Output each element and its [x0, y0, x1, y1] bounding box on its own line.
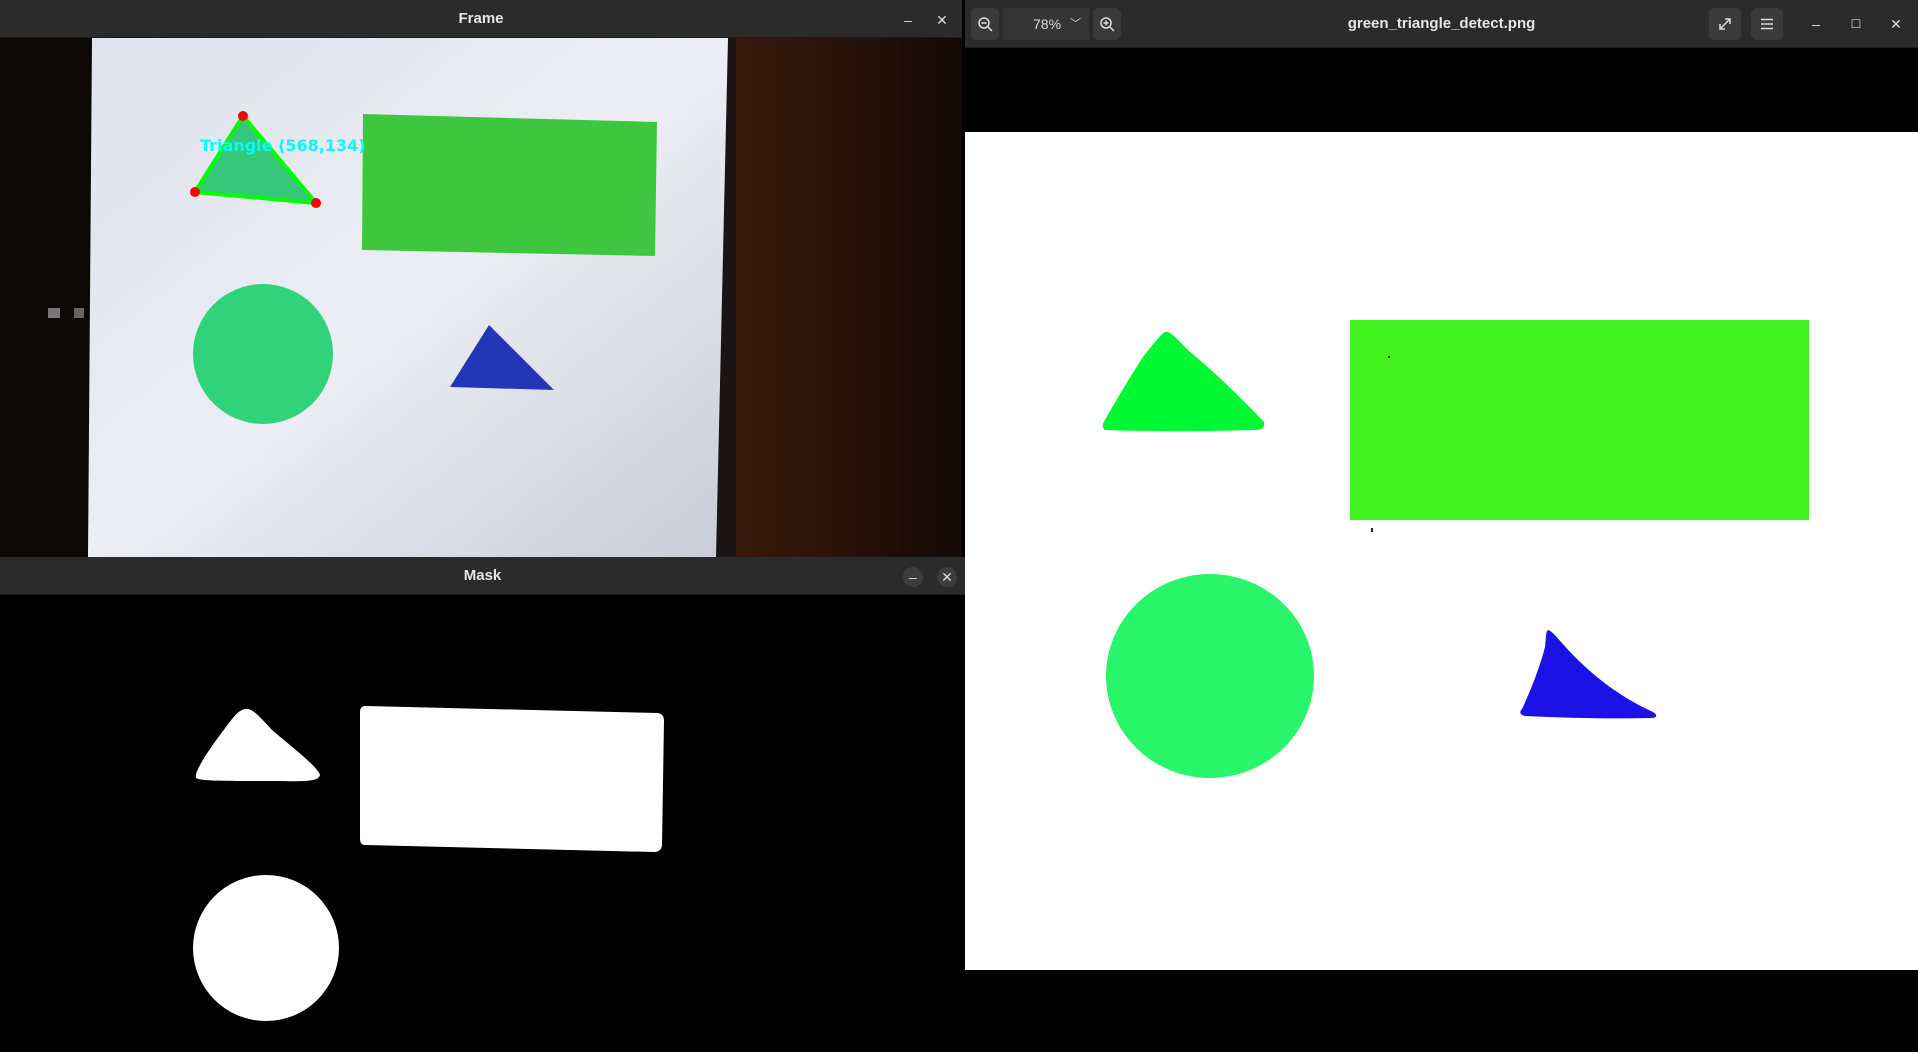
- mask-canvas: [0, 595, 965, 1052]
- background-object: [74, 308, 84, 318]
- background-object: [48, 308, 60, 318]
- mask-titlebar[interactable]: Mask – ✕: [0, 557, 965, 595]
- image-viewer-window: 78% ﹀ green_triangle_detect.png – ☐ ✕: [965, 0, 1918, 1052]
- mask-title: Mask: [463, 567, 502, 584]
- frame-minimize-button[interactable]: –: [898, 10, 918, 30]
- mask-circle-blob: [193, 875, 339, 1021]
- main-menu-button[interactable]: [1751, 8, 1783, 40]
- fullscreen-icon: [1719, 18, 1731, 30]
- mask-minimize-button[interactable]: –: [903, 567, 923, 587]
- frame-window: Frame – ✕ Triangle (568,134): [0, 0, 962, 557]
- wall-background: [728, 38, 962, 557]
- image-green-rectangle: [1350, 320, 1809, 520]
- frame-title: Frame: [458, 10, 504, 27]
- frame-green-rectangle: [362, 114, 657, 256]
- mask-rectangle-blob: [360, 706, 664, 852]
- image-green-circle: [1106, 574, 1314, 778]
- detected-shapes-image: [965, 132, 1918, 970]
- viewer-maximize-button[interactable]: ☐: [1846, 14, 1866, 34]
- frame-titlebar[interactable]: Frame – ✕: [0, 0, 962, 38]
- detection-label: Triangle (568,134): [200, 136, 366, 155]
- frame-close-button[interactable]: ✕: [932, 10, 952, 30]
- image-background: [965, 132, 1918, 970]
- viewer-canvas[interactable]: [965, 48, 1918, 1052]
- mask-window: Mask – ✕: [0, 557, 965, 1052]
- viewer-minimize-button[interactable]: –: [1806, 14, 1826, 34]
- detected-vertex-point: [238, 111, 248, 121]
- fullscreen-button[interactable]: [1709, 8, 1741, 40]
- menu-icon: [1761, 18, 1773, 30]
- frame-green-circle: [193, 284, 333, 424]
- image-noise-dot: [1388, 356, 1390, 358]
- viewer-headerbar[interactable]: 78% ﹀ green_triangle_detect.png – ☐ ✕: [965, 0, 1918, 48]
- detected-vertex-point: [190, 187, 200, 197]
- mask-image: [0, 595, 965, 1052]
- viewer-close-button[interactable]: ✕: [1886, 14, 1906, 34]
- camera-frame: Triangle (568,134): [0, 38, 962, 557]
- camera-frame-image: [0, 38, 962, 557]
- displayed-image: [965, 132, 1918, 970]
- mask-close-button[interactable]: ✕: [937, 567, 957, 587]
- image-noise-dot: [1371, 528, 1373, 532]
- detected-vertex-point: [311, 198, 321, 208]
